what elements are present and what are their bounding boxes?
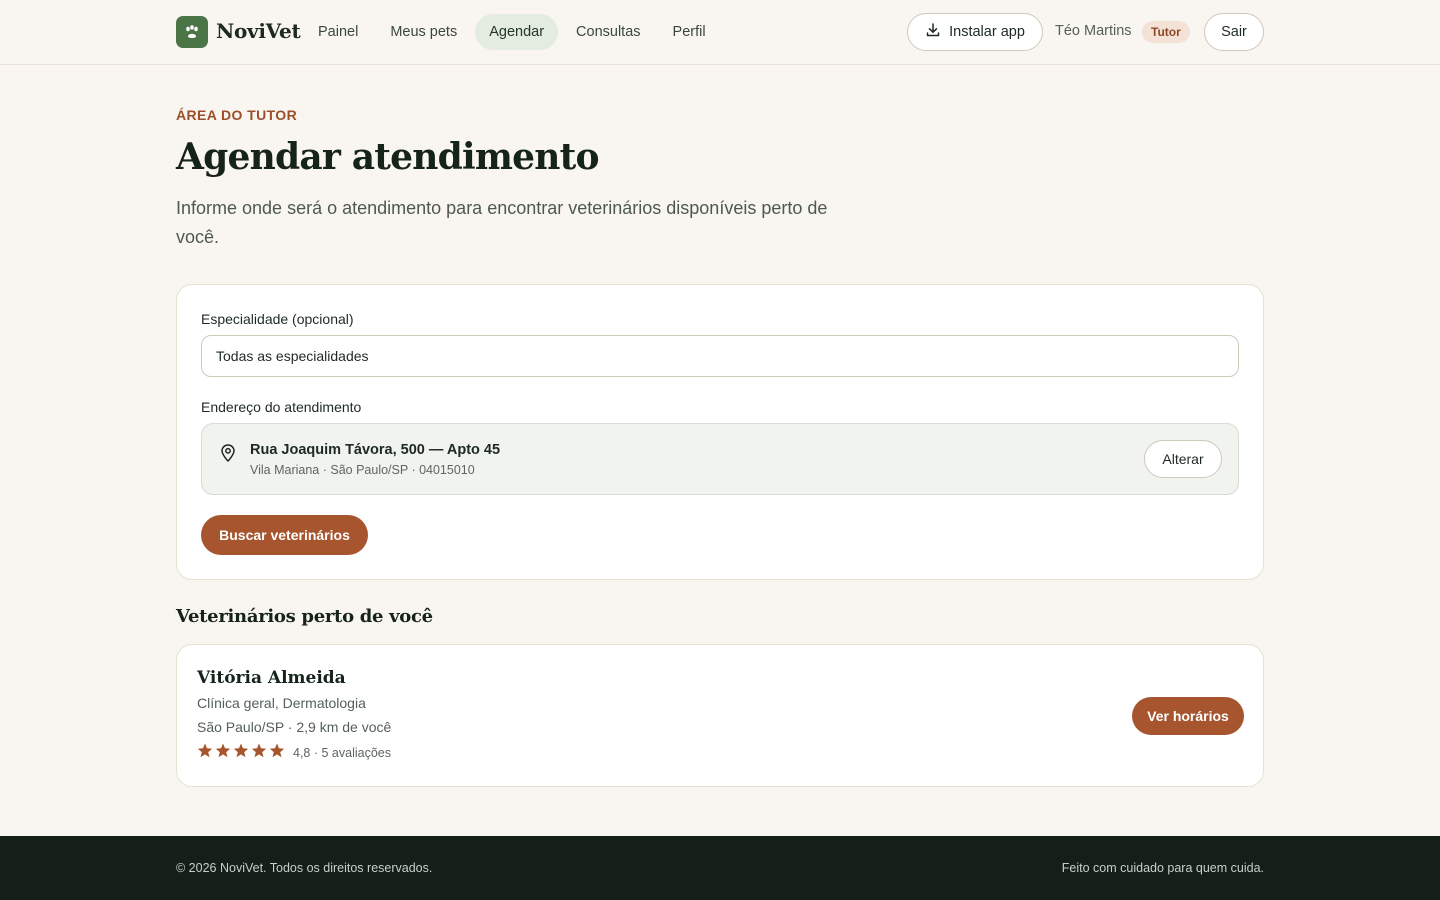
install-app-label: Instalar app xyxy=(949,24,1025,40)
specialty-label: Especialidade (opcional) xyxy=(201,311,354,327)
install-app-button[interactable]: Instalar app xyxy=(907,13,1043,51)
specialty-select[interactable]: Todas as especialidades xyxy=(201,335,1239,377)
footer-copyright: © 2026 NoviVet. Todos os direitos reserv… xyxy=(176,861,433,875)
page-title: Agendar atendimento xyxy=(176,136,599,178)
download-icon xyxy=(925,22,941,42)
vet-name: Vitória Almeida xyxy=(197,668,346,688)
logout-button[interactable]: Sair xyxy=(1204,13,1264,51)
star-icon xyxy=(233,743,249,763)
star-icon xyxy=(197,743,213,763)
address-details: Vila Mariana · São Paulo/SP · 04015010 xyxy=(250,463,475,477)
star-icon xyxy=(251,743,267,763)
star-icon xyxy=(215,743,231,763)
nav-item-agendar[interactable]: Agendar xyxy=(475,14,559,50)
star-icon xyxy=(269,743,285,763)
nav-item-perfil[interactable]: Perfil xyxy=(659,14,720,50)
search-vets-button[interactable]: Buscar veterinários xyxy=(201,515,368,555)
logo-text[interactable]: NoviVet xyxy=(216,19,301,43)
nav-item-painel[interactable]: Painel xyxy=(304,14,372,50)
vet-location: São Paulo/SP · 2,9 km de você xyxy=(197,719,392,735)
paw-logo-icon[interactable] xyxy=(176,16,208,48)
address-box: Rua Joaquim Távora, 500 — Apto 45 Vila M… xyxy=(201,423,1239,495)
top-header: NoviVet Painel Meus pets Agendar Consult… xyxy=(0,0,1440,65)
footer-tagline: Feito com cuidado para quem cuida. xyxy=(1061,861,1264,875)
search-form-card: Especialidade (opcional) Todas as especi… xyxy=(176,284,1264,580)
rating-stars xyxy=(197,743,285,763)
nav-item-consultas[interactable]: Consultas xyxy=(562,14,654,50)
results-title: Veterinários perto de você xyxy=(176,606,433,627)
vet-specialties: Clínica geral, Dermatologia xyxy=(197,695,366,711)
role-badge: Tutor xyxy=(1142,21,1190,43)
location-pin-icon xyxy=(220,444,236,467)
vet-rating: 4,8 · 5 avaliações xyxy=(197,743,391,763)
address-street: Rua Joaquim Távora, 500 — Apto 45 xyxy=(250,442,501,458)
nav-item-meus-pets[interactable]: Meus pets xyxy=(376,14,471,50)
vet-card: Vitória Almeida Clínica geral, Dermatolo… xyxy=(176,644,1264,787)
page-subtitle: Informe onde será o atendimento para enc… xyxy=(176,198,828,247)
rating-text: 4,8 · 5 avaliações xyxy=(293,746,391,760)
user-name: Téo Martins xyxy=(1055,23,1132,39)
footer: © 2026 NoviVet. Todos os direitos reserv… xyxy=(0,836,1440,900)
view-schedule-button[interactable]: Ver horários xyxy=(1132,697,1244,735)
main-nav: Painel Meus pets Agendar Consultas Perfi… xyxy=(304,14,720,50)
change-address-button[interactable]: Alterar xyxy=(1144,440,1222,478)
address-label: Endereço do atendimento xyxy=(201,399,362,415)
section-eyebrow: ÁREA DO TUTOR xyxy=(176,107,298,123)
